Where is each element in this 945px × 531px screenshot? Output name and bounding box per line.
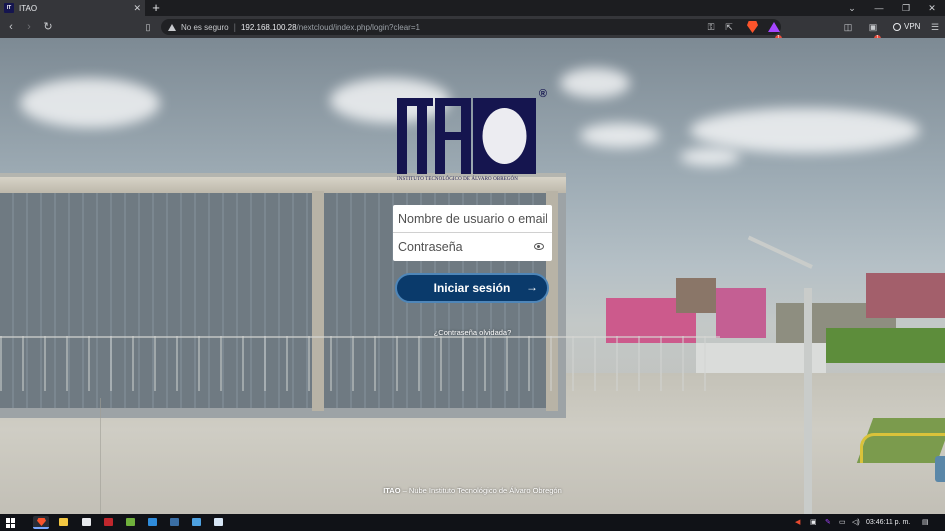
side-panel-handle[interactable] [935, 456, 945, 482]
reload-button[interactable]: ↻ [40, 16, 56, 38]
background-curb [860, 433, 945, 463]
key-icon[interactable]: ⚿ [704, 19, 718, 35]
tab-itao[interactable]: IT ITAO ✕ [0, 0, 145, 16]
terminal-icon [170, 518, 179, 526]
background-cloud [580, 123, 660, 148]
forward-button[interactable]: › [21, 16, 37, 38]
username-input[interactable] [398, 205, 547, 232]
tray-volume-icon[interactable]: ◁) [852, 514, 860, 531]
taskbar-photos-app[interactable] [188, 516, 204, 529]
favicon-text: IT [6, 5, 12, 11]
light-pole [804, 288, 812, 514]
taskbar: ◀ ▣ ✎ ▭ ◁) 03:46:11 p. m. ▤ [0, 514, 945, 531]
username-field-wrapper [393, 205, 552, 233]
tray-pen-icon[interactable]: ✎ [825, 514, 831, 531]
close-window-button[interactable]: ✕ [919, 0, 945, 16]
vpn-button[interactable]: VPN [893, 19, 920, 35]
menu-icon[interactable]: ☰ [928, 19, 942, 35]
vpn-label: VPN [904, 22, 921, 31]
back-button[interactable]: ‹ [3, 16, 19, 38]
tab-strip: IT ITAO ✕ + ⌄ — ❐ ✕ [0, 0, 945, 16]
background-cloud [680, 148, 740, 166]
logo-subtitle: INSTITUTO TECNOLÓGICO DE ÁLVARO OBREGÓN [397, 177, 518, 182]
minimize-button[interactable]: — [866, 0, 892, 16]
itao-logo-mark-icon [397, 98, 536, 174]
taskbar-explorer-app[interactable] [55, 516, 71, 529]
taskbar-clock[interactable]: 03:46:11 p. m. [866, 514, 910, 531]
winscp-icon [126, 518, 135, 526]
folder-icon [59, 518, 68, 526]
tab-title: ITAO [19, 3, 38, 13]
tray-app-icon[interactable]: ▣ [810, 514, 817, 531]
vpn-globe-icon [893, 23, 901, 31]
warning-icon [168, 23, 176, 31]
login-button[interactable]: Iniciar sesión → [395, 273, 549, 303]
taskbar-brave-app[interactable] [33, 516, 49, 529]
url-separator: | [233, 22, 236, 32]
taskbar-vscode-app[interactable] [144, 516, 160, 529]
background-cloud [560, 68, 630, 98]
page-footer: ITAO – Nube Instituto Tecnológico de Álv… [0, 486, 945, 495]
login-page: ® INSTITUTO TECNOLÓGICO DE ÁLVARO OBREGÓ… [0, 38, 945, 514]
password-field-wrapper [393, 233, 552, 261]
notifications-icon[interactable]: ▤ [922, 514, 929, 531]
background-cloud [20, 78, 160, 128]
restore-button[interactable]: ❐ [893, 0, 919, 16]
registered-mark: ® [538, 88, 547, 100]
light-pole-arm [747, 235, 813, 269]
background-house [866, 273, 945, 318]
background-house [676, 278, 716, 313]
bookmark-icon[interactable]: ▯ [141, 19, 155, 35]
sidebar-icon[interactable]: ◫ [841, 19, 855, 35]
filezilla-icon [104, 518, 113, 526]
photos-icon [192, 518, 201, 526]
login-button-label: Iniciar sesión [433, 281, 511, 295]
taskbar-terminal-app[interactable] [166, 516, 182, 529]
footer-brand: ITAO [383, 486, 401, 495]
new-tab-button[interactable]: + [150, 0, 162, 16]
taskbar-winscp-app[interactable] [122, 516, 138, 529]
taskbar-snip-app[interactable] [210, 516, 226, 529]
store-icon [82, 518, 91, 526]
background-fence [0, 336, 720, 391]
security-label[interactable]: No es seguro [181, 23, 229, 32]
brave-icon [37, 518, 46, 526]
brave-rewards-icon[interactable] [768, 22, 780, 32]
share-icon[interactable]: ⇱ [722, 19, 736, 35]
background-cloud [690, 108, 920, 153]
close-tab-icon[interactable]: ✕ [133, 3, 141, 14]
taskbar-store-app[interactable] [78, 516, 94, 529]
login-form [393, 205, 552, 261]
itao-favicon-icon: IT [4, 3, 14, 13]
address-bar[interactable]: No es seguro | 192.168.100.28/nextcloud/… [161, 19, 781, 35]
tab-search-dropdown-icon[interactable]: ⌄ [839, 0, 865, 16]
vscode-icon [148, 518, 157, 526]
itao-logo: ® INSTITUTO TECNOLÓGICO DE ÁLVARO OBREGÓ… [395, 88, 550, 188]
ground-line [100, 398, 101, 514]
taskbar-filezilla-app[interactable] [100, 516, 116, 529]
tray-network-icon[interactable]: ▭ [839, 514, 846, 531]
footer-text: – Nube Instituto Tecnológico de Álvaro O… [400, 486, 562, 495]
url-host: 192.168.100.28 [240, 22, 297, 32]
url-path: /nextcloud/index.php/login?clear=1 [296, 22, 420, 32]
arrow-right-icon: → [526, 280, 538, 294]
wallet-icon[interactable]: ▣ [866, 19, 880, 35]
tray-brave-icon[interactable]: ◀ [795, 514, 800, 531]
show-password-eye-icon[interactable] [534, 243, 544, 250]
forgot-password-link[interactable]: ¿Contraseña olvidada? [0, 328, 945, 337]
snip-icon [214, 518, 223, 526]
browser-toolbar: ‹ › ↻ ▯ No es seguro | 192.168.100.28/ne… [0, 16, 945, 42]
windows-start-icon[interactable] [6, 518, 16, 528]
password-input[interactable] [398, 233, 547, 261]
